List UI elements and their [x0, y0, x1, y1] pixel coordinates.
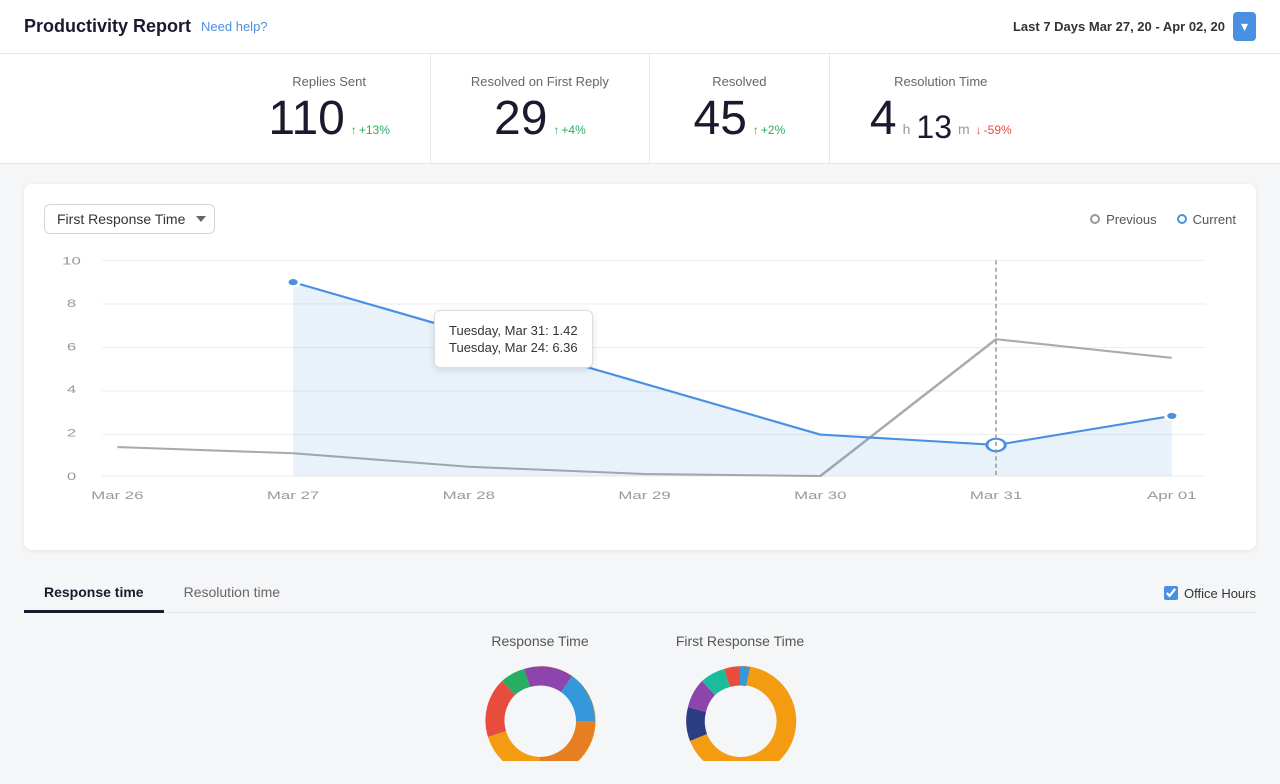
donut-svg-first-response — [660, 661, 820, 761]
chart-header: First Response TimeResolution TimeRespon… — [44, 204, 1236, 234]
stat-label: Resolved — [690, 74, 789, 89]
stat-number: 110 — [268, 95, 345, 143]
donut-svg-response — [460, 661, 620, 761]
chart-card: First Response TimeResolution TimeRespon… — [24, 184, 1256, 550]
donut-first-response-time: First Response Time — [660, 633, 820, 764]
donut-title: First Response Time — [660, 633, 820, 649]
tab-resolution-time[interactable]: Resolution time — [164, 574, 301, 613]
stat-resolved: Resolved 45 +2% — [650, 54, 830, 163]
legend-dot-current — [1177, 214, 1187, 224]
stat-number-minutes: 13 — [916, 111, 952, 143]
chart-legend: Previous Current — [1090, 212, 1236, 227]
svg-text:Mar 31: Mar 31 — [970, 489, 1022, 502]
stat-number: 45 — [694, 95, 747, 143]
legend-dot-previous — [1090, 214, 1100, 224]
arrow-up-icon — [553, 123, 559, 137]
stat-change: +13% — [351, 123, 390, 137]
stat-label: Replies Sent — [268, 74, 390, 89]
legend-current: Current — [1177, 212, 1236, 227]
stat-value-row: 4 h 13 m -59% — [870, 95, 1012, 143]
stat-change: -59% — [976, 123, 1012, 137]
svg-text:0: 0 — [67, 471, 76, 484]
arrow-down-icon — [976, 123, 982, 137]
stat-unit-m: m — [958, 121, 970, 137]
tooltip-line1: Tuesday, Mar 31: 1.42 — [449, 323, 578, 338]
svg-text:Mar 28: Mar 28 — [443, 489, 495, 502]
header-right: Last 7 Days Mar 27, 20 - Apr 02, 20 ▾ — [1013, 12, 1256, 41]
stat-change: +4% — [553, 123, 585, 137]
stat-value-row: 110 +13% — [268, 95, 390, 143]
svg-text:Mar 27: Mar 27 — [267, 489, 319, 502]
stat-unit-h: h — [903, 121, 911, 137]
stat-number-hours: 4 — [870, 95, 897, 143]
tabs: Response time Resolution time — [24, 574, 300, 612]
tabs-row: Response time Resolution time Office Hou… — [24, 574, 1256, 613]
stat-replies-sent: Replies Sent 110 +13% — [228, 54, 431, 163]
svg-text:2: 2 — [67, 427, 76, 440]
donut-response-time: Response Time — [460, 633, 620, 764]
donut-title: Response Time — [460, 633, 620, 649]
stat-label: Resolution Time — [870, 74, 1012, 89]
svg-text:10: 10 — [62, 255, 81, 268]
stats-row: Replies Sent 110 +13% Resolved on First … — [0, 54, 1280, 164]
page-title: Productivity Report — [24, 16, 191, 37]
svg-text:6: 6 — [67, 341, 76, 354]
chart-svg: 10 8 6 4 2 0 Mar 26 Mar 27 Mar 28 Mar 29… — [44, 250, 1236, 530]
app-header: Productivity Report Need help? Last 7 Da… — [0, 0, 1280, 54]
donuts-row: Response Time — [24, 633, 1256, 764]
svg-text:4: 4 — [67, 384, 76, 397]
legend-previous: Previous — [1090, 212, 1157, 227]
stat-change: +2% — [753, 123, 785, 137]
tab-response-time[interactable]: Response time — [24, 574, 164, 613]
stat-label: Resolved on First Reply — [471, 74, 609, 89]
svg-text:Mar 29: Mar 29 — [618, 489, 670, 502]
arrow-up-icon — [351, 123, 357, 137]
office-hours-label: Office Hours — [1184, 586, 1256, 601]
chart-metric-select[interactable]: First Response TimeResolution TimeRespon… — [44, 204, 215, 234]
date-range-dropdown[interactable]: ▾ — [1233, 12, 1256, 41]
chart-area: 10 8 6 4 2 0 Mar 26 Mar 27 Mar 28 Mar 29… — [44, 250, 1236, 530]
main-content: First Response TimeResolution TimeRespon… — [0, 164, 1280, 784]
svg-text:Apr 01: Apr 01 — [1147, 489, 1197, 502]
date-range-text: Last 7 Days Mar 27, 20 - Apr 02, 20 — [1013, 19, 1225, 34]
office-hours-toggle: Office Hours — [1164, 586, 1256, 601]
help-link[interactable]: Need help? — [201, 19, 268, 34]
svg-text:Mar 30: Mar 30 — [794, 489, 846, 502]
bottom-section: Response time Resolution time Office Hou… — [24, 574, 1256, 764]
arrow-up-icon — [753, 123, 759, 137]
legend-previous-label: Previous — [1106, 212, 1157, 227]
chart-tooltip: Tuesday, Mar 31: 1.42 Tuesday, Mar 24: 6… — [434, 310, 593, 368]
svg-text:Mar 26: Mar 26 — [91, 489, 143, 502]
legend-current-label: Current — [1193, 212, 1236, 227]
stat-number: 29 — [494, 95, 547, 143]
tooltip-line2: Tuesday, Mar 24: 6.36 — [449, 340, 578, 355]
header-left: Productivity Report Need help? — [24, 16, 268, 37]
svg-text:8: 8 — [67, 298, 76, 311]
stat-resolved-first-reply: Resolved on First Reply 29 +4% — [431, 54, 650, 163]
stat-resolution-time: Resolution Time 4 h 13 m -59% — [830, 54, 1052, 163]
office-hours-checkbox[interactable] — [1164, 586, 1178, 600]
stat-value-row: 45 +2% — [690, 95, 789, 143]
stat-value-row: 29 +4% — [471, 95, 609, 143]
